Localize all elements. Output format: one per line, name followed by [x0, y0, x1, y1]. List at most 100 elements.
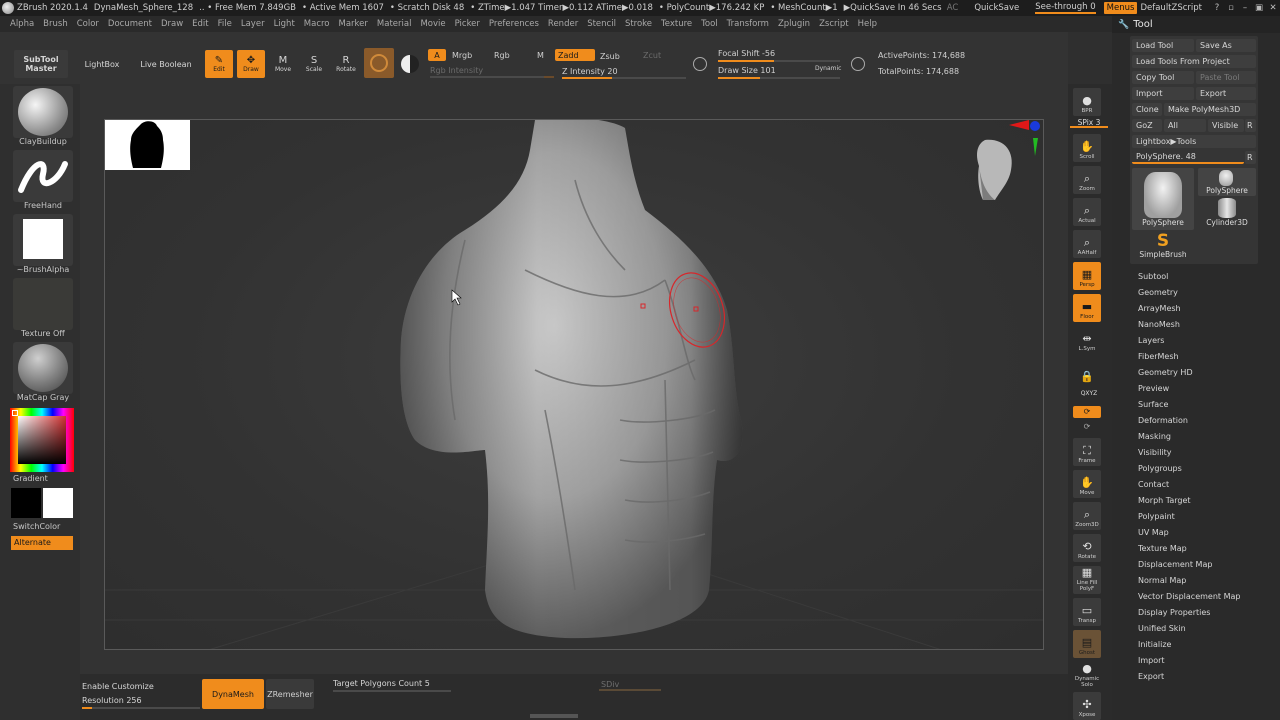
section-import[interactable]: Import: [1138, 653, 1240, 669]
scroll-button[interactable]: ✋ Scroll: [1073, 134, 1101, 162]
navigation-head-icon[interactable]: [977, 139, 1012, 200]
menu-alpha[interactable]: Alpha: [10, 19, 34, 29]
section-geometry[interactable]: Geometry: [1138, 285, 1240, 301]
section-geometry-hd[interactable]: Geometry HD: [1138, 365, 1240, 381]
ghost-button[interactable]: ▤ Ghost: [1073, 630, 1101, 658]
rgb-toggle[interactable]: Rgb: [494, 51, 510, 60]
dynamic-brush-button[interactable]: [848, 54, 868, 74]
import-button[interactable]: Import: [1132, 87, 1194, 100]
section-arraymesh[interactable]: ArrayMesh: [1138, 301, 1240, 317]
menu-texture[interactable]: Texture: [661, 19, 692, 29]
local-sym-button[interactable]: ⇹ L.Sym: [1073, 326, 1101, 354]
switchcolor-button[interactable]: SwitchColor: [13, 522, 83, 531]
move-view-button[interactable]: ✋ Move: [1073, 470, 1101, 498]
paste-tool-button[interactable]: Paste Tool: [1196, 71, 1256, 84]
lightbox-tools-button[interactable]: Lightbox▶Tools: [1132, 135, 1256, 148]
m-toggle[interactable]: M: [537, 51, 544, 60]
dynamic-toggle[interactable]: Dynamic: [815, 65, 841, 72]
section-normal-map[interactable]: Normal Map: [1138, 573, 1240, 589]
close-icon[interactable]: ✕: [1266, 3, 1280, 13]
torso-model[interactable]: [105, 120, 1044, 650]
lock-button[interactable]: 🔒: [1073, 358, 1101, 386]
actual-button[interactable]: ⌕ Actual: [1073, 198, 1101, 226]
spix-slider[interactable]: SPix 3: [1070, 118, 1108, 128]
goz-r-button[interactable]: R: [1245, 119, 1256, 132]
menu-draw[interactable]: Draw: [161, 19, 183, 29]
resolution-slider[interactable]: [82, 707, 200, 709]
make-polymesh3d-button[interactable]: Make PolyMesh3D: [1164, 103, 1256, 116]
menu-preferences[interactable]: Preferences: [489, 19, 539, 29]
transp-button[interactable]: ▭ Transp: [1073, 598, 1101, 626]
menu-light[interactable]: Light: [274, 19, 295, 29]
layout-icon[interactable]: ▫: [1224, 3, 1238, 13]
maximize-icon[interactable]: ▣: [1252, 3, 1266, 13]
menu-zplugin[interactable]: Zplugin: [778, 19, 810, 29]
clone-button[interactable]: Clone: [1132, 103, 1162, 116]
section-surface[interactable]: Surface: [1138, 397, 1240, 413]
menu-transform[interactable]: Transform: [727, 19, 769, 29]
scale-mode-button[interactable]: S Scale: [300, 50, 328, 78]
menu-zscript[interactable]: Zscript: [819, 19, 849, 29]
menu-layer[interactable]: Layer: [241, 19, 265, 29]
section-masking[interactable]: Masking: [1138, 429, 1240, 445]
section-export[interactable]: Export: [1138, 669, 1240, 685]
alpha-slot[interactable]: [13, 214, 73, 266]
menu-document[interactable]: Document: [108, 19, 152, 29]
live-boolean-button[interactable]: Live Boolean: [136, 54, 196, 74]
color-saturation-box[interactable]: [18, 416, 66, 464]
menu-brush[interactable]: Brush: [43, 19, 68, 29]
menu-movie[interactable]: Movie: [420, 19, 445, 29]
menu-file[interactable]: File: [218, 19, 232, 29]
section-initialize[interactable]: Initialize: [1138, 637, 1240, 653]
menu-stencil[interactable]: Stencil: [587, 19, 616, 29]
tool-thumb-simplebrush[interactable]: S SimpleBrush: [1132, 232, 1194, 262]
solo-button[interactable]: ● Dynamic Solo: [1073, 662, 1101, 690]
section-nanomesh[interactable]: NanoMesh: [1138, 317, 1240, 333]
texture-slot[interactable]: [13, 278, 73, 330]
menus-toggle-button[interactable]: Menus: [1103, 2, 1138, 14]
move-mode-button[interactable]: M Move: [269, 50, 297, 78]
menu-edit[interactable]: Edit: [192, 19, 208, 29]
section-unified-skin[interactable]: Unified Skin: [1138, 621, 1240, 637]
goz-all-button[interactable]: All: [1164, 119, 1206, 132]
frame-button[interactable]: ⛶ Frame: [1073, 438, 1101, 466]
menu-help[interactable]: Help: [858, 19, 877, 29]
color-picker[interactable]: [10, 408, 74, 472]
menu-marker[interactable]: Marker: [339, 19, 368, 29]
tool-palette-header[interactable]: 🔧 Tool: [1112, 16, 1280, 33]
tool-thumb-polysphere[interactable]: PolySphere: [1198, 168, 1256, 196]
zremesher-button[interactable]: ZRemesher: [266, 679, 314, 709]
copy-tool-button[interactable]: Copy Tool: [1132, 71, 1194, 84]
menu-stroke[interactable]: Stroke: [625, 19, 652, 29]
polyf-button[interactable]: ▦ Line Fill PolyF: [1073, 566, 1101, 594]
xyz-sym-toggle[interactable]: ⟳: [1073, 406, 1101, 418]
menu-picker[interactable]: Picker: [455, 19, 480, 29]
default-zscript-button[interactable]: DefaultZScript: [1140, 3, 1202, 13]
target-polygons-slider[interactable]: [333, 690, 451, 692]
document-canvas[interactable]: [104, 119, 1044, 650]
rotate-view-button[interactable]: ⟲ Rotate: [1073, 534, 1101, 562]
enable-customize-button[interactable]: Enable Customize: [82, 682, 154, 691]
focal-shift-button[interactable]: [690, 54, 710, 74]
quicksave-button[interactable]: QuickSave: [974, 3, 1019, 13]
see-through-slider[interactable]: See-through 0: [1035, 2, 1096, 14]
current-tool-thumbnail[interactable]: PolySphere: [1132, 168, 1194, 230]
section-preview[interactable]: Preview: [1138, 381, 1240, 397]
section-visibility[interactable]: Visibility: [1138, 445, 1240, 461]
main-color-swatch[interactable]: [11, 488, 41, 518]
sym-small-icon[interactable]: ⟳: [1073, 422, 1101, 432]
minimize-icon[interactable]: –: [1238, 3, 1252, 13]
section-contact[interactable]: Contact: [1138, 477, 1240, 493]
gizmo-button[interactable]: [398, 52, 422, 76]
section-displacement-map[interactable]: Displacement Map: [1138, 557, 1240, 573]
section-fibermesh[interactable]: FiberMesh: [1138, 349, 1240, 365]
sdiv-slider[interactable]: [599, 689, 661, 691]
sculptris-pro-button[interactable]: [364, 48, 394, 78]
alternate-button[interactable]: Alternate: [11, 536, 73, 550]
export-button[interactable]: Export: [1196, 87, 1256, 100]
bottom-resize-handle[interactable]: [530, 714, 578, 718]
menu-macro[interactable]: Macro: [304, 19, 330, 29]
dynamesh-button[interactable]: DynaMesh: [202, 679, 264, 709]
subtool-master-button[interactable]: SubTool Master: [14, 50, 68, 78]
lightbox-button[interactable]: LightBox: [76, 54, 128, 74]
